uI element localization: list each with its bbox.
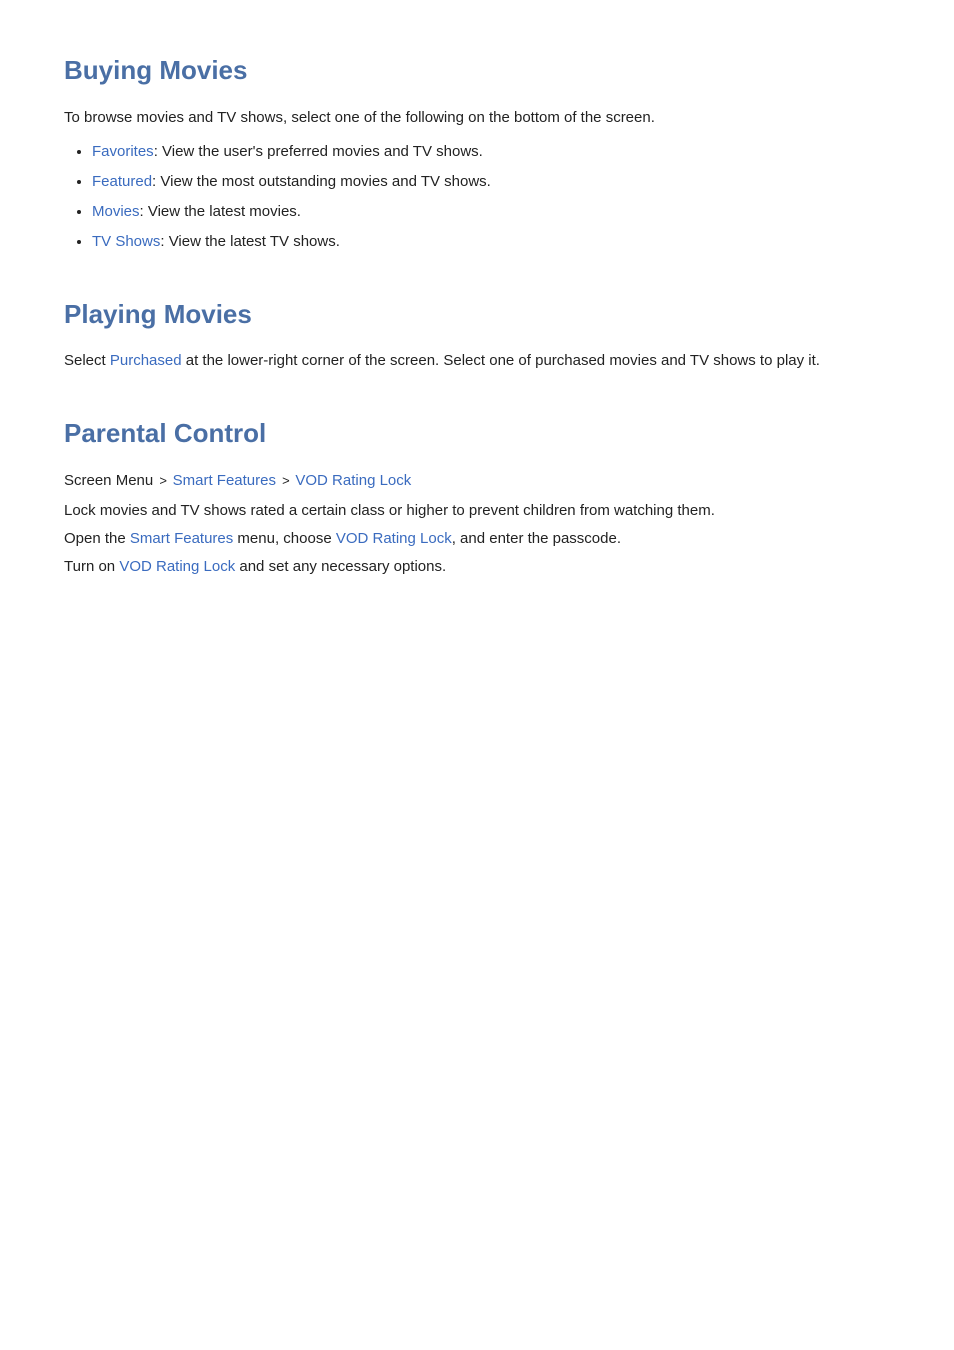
playing-movies-intro: Select Purchased at the lower-right corn… [64,349,890,373]
list-item-favorites: Favorites: View the user's preferred mov… [92,140,890,164]
smart-features-link[interactable]: Smart Features [130,530,233,547]
vod-rating-lock-link-2[interactable]: VOD Rating Lock [119,558,235,575]
breadcrumb-chevron2: > [282,473,293,488]
breadcrumb-chevron1: > [159,473,170,488]
parental-control-section: Parental Control Screen Menu > Smart Fea… [64,413,890,579]
playing-movies-before: Select [64,352,110,369]
breadcrumb: Screen Menu > Smart Features > VOD Ratin… [64,469,890,493]
parental-control-title: Parental Control [64,413,890,455]
movies-link[interactable]: Movies [92,203,140,220]
tv-shows-description: : View the latest TV shows. [160,233,340,250]
list-item-featured: Featured: View the most outstanding movi… [92,170,890,194]
movies-description: : View the latest movies. [140,203,301,220]
parental-para-2: Open the Smart Features menu, choose VOD… [64,527,890,551]
buying-movies-title: Buying Movies [64,50,890,92]
tv-shows-link[interactable]: TV Shows [92,233,160,250]
buying-movies-list: Favorites: View the user's preferred mov… [64,140,890,254]
vod-rating-lock-link-1[interactable]: VOD Rating Lock [336,530,452,547]
playing-movies-title: Playing Movies [64,294,890,336]
parental-para-3: Turn on VOD Rating Lock and set any nece… [64,555,890,579]
playing-movies-section: Playing Movies Select Purchased at the l… [64,294,890,374]
featured-link[interactable]: Featured [92,173,152,190]
featured-description: : View the most outstanding movies and T… [152,173,491,190]
list-item-tv-shows: TV Shows: View the latest TV shows. [92,230,890,254]
playing-movies-after: at the lower-right corner of the screen.… [182,352,820,369]
buying-movies-intro: To browse movies and TV shows, select on… [64,106,890,130]
smart-features-breadcrumb-link[interactable]: Smart Features [173,472,276,489]
purchased-link[interactable]: Purchased [110,352,182,369]
vod-rating-lock-breadcrumb-link[interactable]: VOD Rating Lock [295,472,411,489]
list-item-movies: Movies: View the latest movies. [92,200,890,224]
parental-para-1: Lock movies and TV shows rated a certain… [64,499,890,523]
favorites-description: : View the user's preferred movies and T… [154,143,483,160]
buying-movies-section: Buying Movies To browse movies and TV sh… [64,50,890,254]
favorites-link[interactable]: Favorites [92,143,154,160]
breadcrumb-prefix: Screen Menu [64,472,153,489]
